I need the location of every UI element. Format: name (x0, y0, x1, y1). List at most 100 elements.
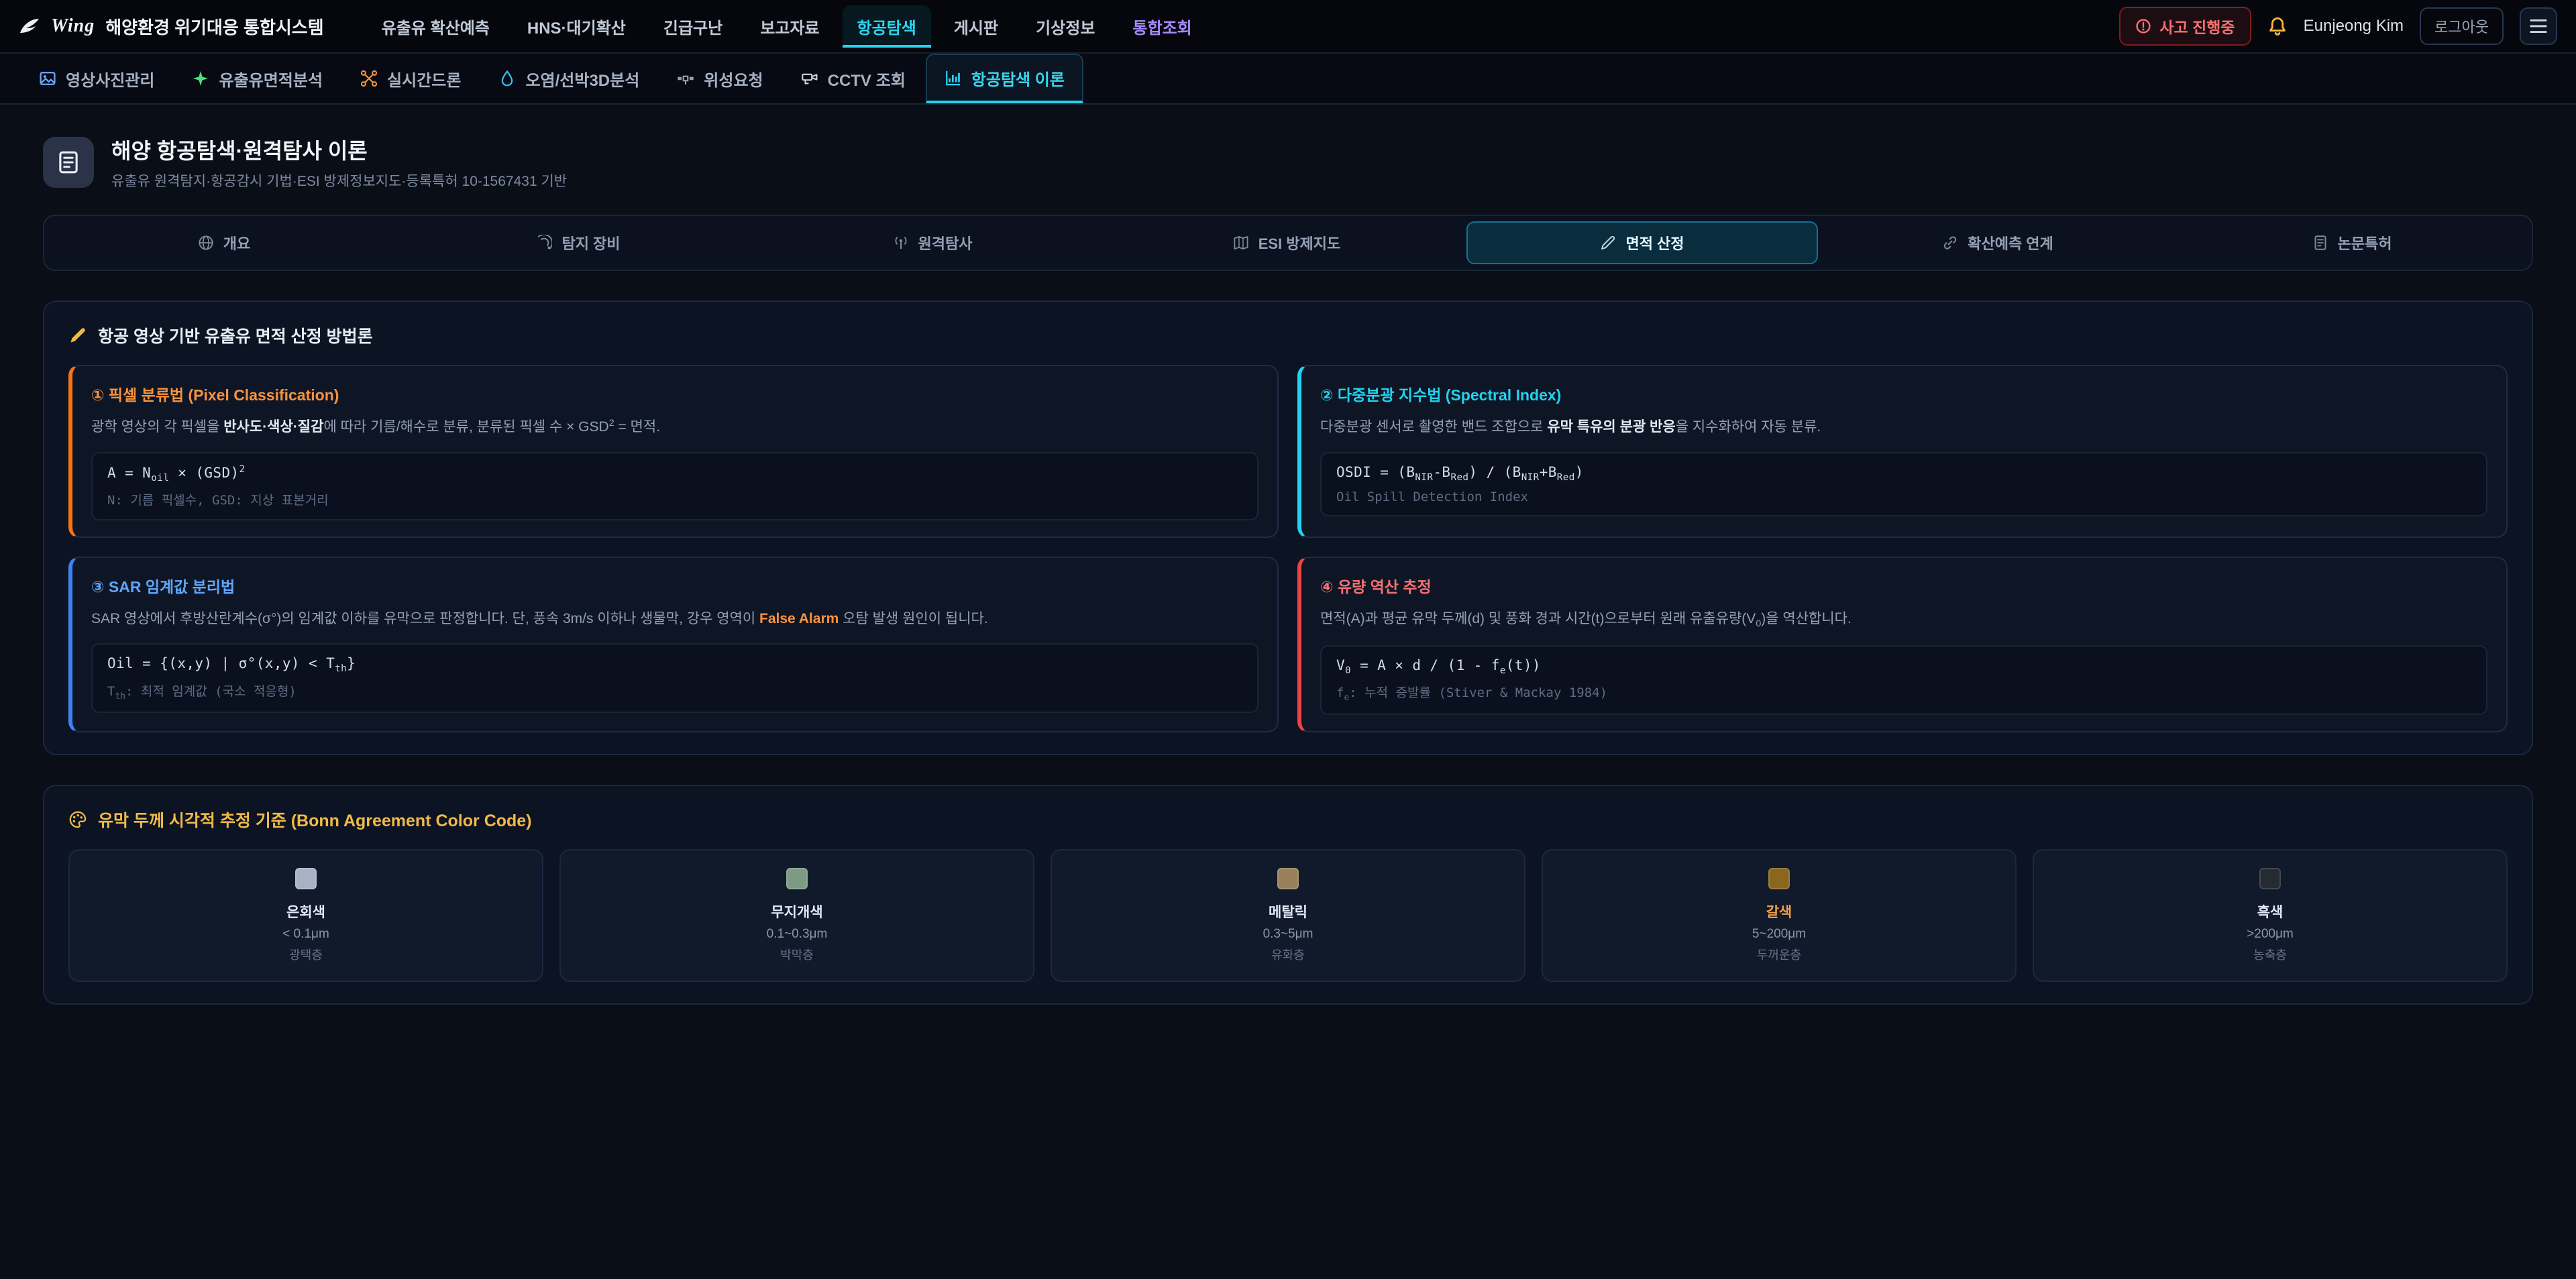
bonn-item-brown: 갈색 5~200μm 두꺼운층 (1542, 849, 2017, 982)
subtab-pollution-ship-3d[interactable]: 오염/선박3D분석 (481, 54, 657, 103)
subtab-label: 항공탐색 이론 (971, 66, 1065, 90)
nav-item-weather[interactable]: 기상정보 (1021, 5, 1110, 48)
tab-label: 확산예측 연계 (1968, 232, 2053, 254)
subtab-realtime-drone[interactable]: 실시간드론 (343, 54, 478, 103)
notification-bell-button[interactable] (2267, 16, 2288, 36)
method-card-title: ② 다중분광 지수법 (Spectral Index) (1320, 382, 2487, 405)
color-swatch (1277, 868, 1299, 889)
app-root: Wing 해양환경 위기대응 통합시스템 유출유 확산예측 HNS·대기확산 긴… (0, 0, 2576, 1278)
link-icon (1942, 235, 1958, 251)
brand-logo-text: Wing (51, 15, 95, 37)
tab-remote-sensing[interactable]: 원격탐사 (758, 221, 1107, 264)
subtab-oil-area-analysis[interactable]: 유출유면적분석 (174, 54, 340, 103)
tab-papers-patents[interactable]: 논문특허 (2178, 221, 2526, 264)
method-card-volume-inversion: ④ 유량 역산 추정 면적(A)과 평균 유막 두께(d) 및 풍화 경과 시간… (1297, 557, 2508, 732)
logout-button[interactable]: 로그아웃 (2420, 7, 2504, 45)
main-navigation: 유출유 확산예측 HNS·대기확산 긴급구난 보고자료 항공탐색 게시판 기상정… (367, 0, 1207, 52)
bonn-name: 갈색 (1556, 901, 2002, 922)
subtab-satellite-request[interactable]: 위성요청 (659, 54, 780, 103)
palette-icon (68, 810, 87, 829)
color-swatch (2259, 868, 2281, 889)
method-card-title: ① 픽셀 분류법 (Pixel Classification) (91, 382, 1258, 405)
document-icon (2312, 235, 2328, 251)
antenna-icon (893, 235, 909, 251)
page-subtitle: 유출유 원격탐지·항공감시 기법·ESI 방제정보지도·등록특허 10-1567… (111, 170, 567, 190)
bonn-section-title: 유막 두께 시각적 추정 기준 (Bonn Agreement Color Co… (98, 808, 532, 832)
methods-section-title: 항공 영상 기반 유출유 면적 산정 방법론 (98, 323, 373, 347)
subtab-label: CCTV 조회 (828, 67, 906, 91)
page-title-group: 해양 항공탐색·원격탐사 이론 유출유 원격탐지·항공감시 기법·ESI 방제정… (111, 134, 567, 190)
method-cards-grid: ① 픽셀 분류법 (Pixel Classification) 광학 영상의 각… (68, 365, 2508, 732)
method-card-title: ③ SAR 임계값 분리법 (91, 574, 1258, 597)
nav-item-hns-diffusion[interactable]: HNS·대기확산 (513, 5, 641, 48)
main-content: 해양 항공탐색·원격탐사 이론 유출유 원격탐지·항공감시 기법·ESI 방제정… (0, 105, 2576, 1058)
satellite-icon (677, 70, 694, 87)
bonn-item-black: 흑색 >200μm 농축층 (2033, 849, 2508, 982)
formula-block: Oil = {(x,y) | σ°(x,y) < Tth} Tth: 최적 임계… (91, 643, 1258, 713)
tab-area-calculation[interactable]: 면적 산정 (1466, 221, 1818, 264)
method-card-body: 다중분광 센서로 촬영한 밴드 조합으로 유막 특유의 분광 반응을 지수화하여… (1320, 416, 2487, 439)
page-header: 해양 항공탐색·원격탐사 이론 유출유 원격탐지·항공감시 기법·ESI 방제정… (43, 134, 2533, 190)
sub-navbar: 영상사진관리 유출유면적분석 실시간드론 오염/선박3D분석 위성요청 (0, 54, 2576, 105)
method-card-spectral-index: ② 다중분광 지수법 (Spectral Index) 다중분광 센서로 촬영한… (1297, 365, 2508, 538)
tab-esi-map[interactable]: ESI 방제지도 (1112, 221, 1461, 264)
subtab-cctv-search[interactable]: CCTV 조회 (784, 54, 923, 103)
method-card-body: 면적(A)과 평균 유막 두께(d) 및 풍화 경과 시간(t)으로부터 원래 … (1320, 608, 2487, 632)
methods-panel: 항공 영상 기반 유출유 면적 산정 방법론 ① 픽셀 분류법 (Pixel C… (43, 300, 2533, 755)
bonn-layer: 광택층 (83, 946, 529, 963)
pencil-icon (68, 326, 87, 345)
sparkle-icon (192, 70, 209, 87)
hamburger-icon (2529, 18, 2548, 34)
formula-note: Tth: 최적 임계값 (국소 적응형) (107, 681, 1242, 702)
photo-icon (39, 70, 56, 87)
tab-label: 개요 (223, 232, 250, 254)
drone-icon (360, 70, 378, 87)
bonn-layer: 농축층 (2047, 946, 2493, 963)
method-card-pixel-classification: ① 픽셀 분류법 (Pixel Classification) 광학 영상의 각… (68, 365, 1279, 538)
incident-status-label: 사고 진행중 (2159, 15, 2235, 38)
color-swatch (295, 868, 317, 889)
pencil-icon (1600, 235, 1616, 251)
tab-detection-equipment[interactable]: 탐지 장비 (404, 221, 753, 264)
nav-item-reports[interactable]: 보고자료 (745, 5, 834, 48)
globe-icon (198, 235, 214, 251)
topbar-right: 사고 진행중 Eunjeong Kim 로그아웃 (2119, 7, 2557, 46)
color-swatch (786, 868, 808, 889)
formula-block: OSDI = (BNIR-BRed) / (BNIR+BRed) Oil Spi… (1320, 452, 2487, 516)
nav-item-integrated-search[interactable]: 통합조회 (1118, 5, 1206, 48)
page-title: 해양 항공탐색·원격탐사 이론 (111, 134, 567, 165)
tab-label: 원격탐사 (918, 232, 973, 254)
tab-label: 면적 산정 (1625, 232, 1684, 254)
hamburger-menu-button[interactable] (2520, 7, 2557, 45)
alert-icon (2135, 18, 2151, 34)
bonn-layer: 박막층 (574, 946, 1020, 963)
bonn-name: 흑색 (2047, 901, 2493, 922)
tab-overview[interactable]: 개요 (50, 221, 398, 264)
page-document-icon (43, 137, 94, 188)
bonn-range: 5~200μm (1556, 927, 2002, 942)
nav-item-spill-forecast[interactable]: 유출유 확산예측 (367, 5, 504, 48)
bonn-range: 0.3~5μm (1065, 927, 1511, 942)
bonn-name: 메탈릭 (1065, 901, 1511, 922)
tab-label: 탐지 장비 (561, 232, 620, 254)
bonn-panel-header: 유막 두께 시각적 추정 기준 (Bonn Agreement Color Co… (68, 808, 2508, 832)
method-card-body: 광학 영상의 각 픽셀을 반사도·색상·질감에 따라 기름/해수로 분류, 분류… (91, 416, 1258, 439)
bonn-range: 0.1~0.3μm (574, 927, 1020, 942)
formula: A = Noil × (GSD)2 (107, 464, 1242, 484)
app-title: 해양환경 위기대응 통합시스템 (105, 14, 323, 39)
nav-item-emergency-rescue[interactable]: 긴급구난 (649, 5, 737, 48)
methods-panel-header: 항공 영상 기반 유출유 면적 산정 방법론 (68, 323, 2508, 347)
brand[interactable]: Wing 해양환경 위기대응 통합시스템 (19, 14, 324, 39)
subtab-image-photo-management[interactable]: 영상사진관리 (21, 54, 172, 103)
subtab-label: 영상사진관리 (66, 67, 154, 91)
nav-item-aerial-search[interactable]: 항공탐색 (843, 5, 931, 48)
bonn-layer: 두꺼운층 (1556, 946, 2002, 963)
chart-icon (945, 69, 962, 87)
incident-status-badge[interactable]: 사고 진행중 (2119, 7, 2251, 46)
bonn-grid: 은회색 < 0.1μm 광택층 무지개색 0.1~0.3μm 박막층 메탈릭 0… (68, 849, 2508, 982)
subtab-aerial-search-theory[interactable]: 항공탐색 이론 (926, 54, 1083, 103)
tab-diffusion-link[interactable]: 확산예측 연계 (1823, 221, 2172, 264)
nav-item-board[interactable]: 게시판 (939, 5, 1013, 48)
bonn-panel: 유막 두께 시각적 추정 기준 (Bonn Agreement Color Co… (43, 785, 2533, 1005)
wing-logo-icon (19, 17, 40, 36)
